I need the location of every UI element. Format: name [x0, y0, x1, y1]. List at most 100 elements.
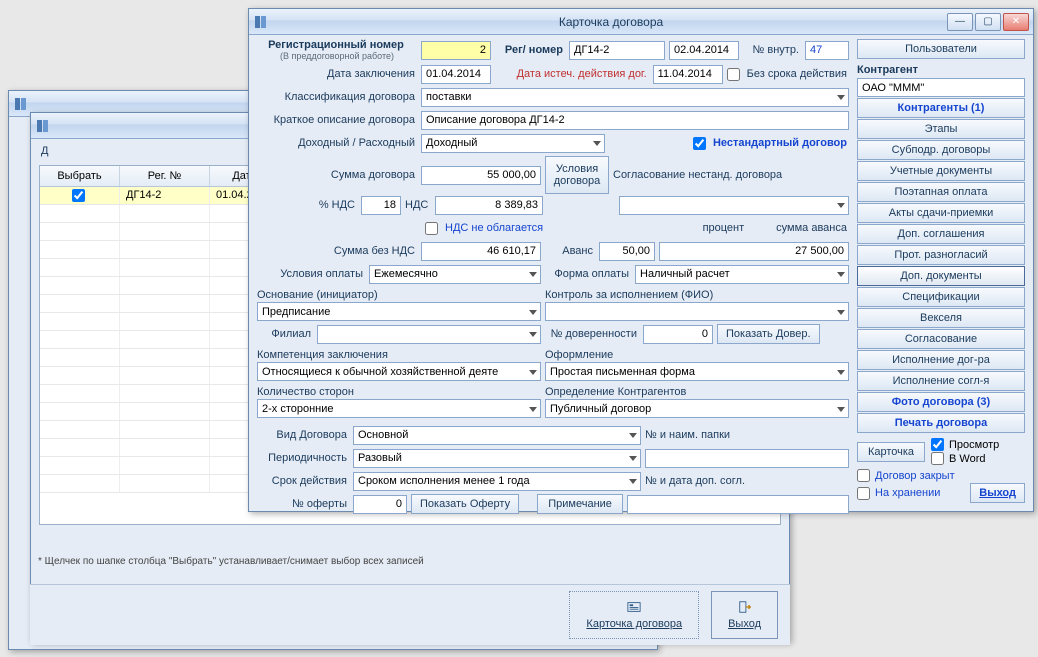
vat-pct-input[interactable] [361, 196, 401, 215]
branch-input[interactable] [317, 325, 541, 344]
periodicity-input[interactable] [353, 449, 641, 468]
poa-num-input[interactable] [643, 325, 713, 344]
stages-button[interactable]: Этапы [857, 119, 1025, 139]
reg-number-label: Рег/ номер [495, 44, 565, 56]
reg-num-input[interactable] [421, 41, 491, 60]
row-checkbox[interactable] [72, 189, 85, 202]
window-title: Карточка договора [275, 15, 947, 29]
card-button[interactable]: Карточка [857, 442, 925, 462]
vat-input[interactable] [435, 196, 543, 215]
users-button[interactable]: Пользователи [857, 39, 1025, 59]
col-reg[interactable]: Рег. № [120, 166, 210, 186]
exec-approval-button[interactable]: Исполнение согл-я [857, 371, 1025, 391]
in-word-checkbox[interactable] [931, 452, 944, 465]
closed-checkbox[interactable] [857, 469, 870, 482]
no-expiry-checkbox[interactable] [727, 68, 740, 81]
control-fio-input[interactable] [545, 302, 849, 321]
print-button[interactable]: Печать договора [857, 413, 1025, 433]
preview-checkbox[interactable] [931, 438, 944, 451]
offer-num-label: № оферты [257, 498, 349, 510]
contract-conditions-button[interactable]: Условия договора [545, 156, 609, 194]
reg-date-input[interactable] [669, 41, 739, 60]
subcontracts-button[interactable]: Субподр. договоры [857, 140, 1025, 160]
app-icon [35, 118, 51, 134]
close-button[interactable]: ✕ [1003, 13, 1029, 31]
contract-sum-input[interactable] [421, 166, 541, 185]
reg-num-sub: (В преддоговорной работе) [257, 51, 417, 61]
payment-terms-input[interactable] [369, 265, 541, 284]
stored-checkbox[interactable] [857, 487, 870, 500]
reg-number-input[interactable] [569, 41, 665, 60]
vat-exempt-label: НДС не облагается [445, 222, 545, 234]
show-offer-button[interactable]: Показать Оферту [411, 494, 519, 514]
short-desc-input[interactable] [421, 111, 849, 130]
hint-text: * Щелчек по шапке столбца "Выбрать" уста… [38, 556, 424, 567]
maximize-button[interactable]: ▢ [975, 13, 1001, 31]
internal-num-input[interactable] [805, 41, 849, 60]
nonstandard-checkbox[interactable] [693, 137, 706, 150]
photo-button[interactable]: Фото договора (3) [857, 392, 1025, 412]
nonstd-approval-input[interactable] [619, 196, 849, 215]
offer-num-input[interactable] [353, 495, 407, 514]
disagreements-button[interactable]: Прот. разногласий [857, 245, 1025, 265]
percent-label: процент [703, 222, 747, 234]
formalization-input[interactable] [545, 362, 849, 381]
income-expense-input[interactable] [421, 134, 605, 153]
contract-sum-label: Сумма договора [257, 169, 417, 181]
counterparty-input[interactable] [857, 78, 1025, 97]
sum-no-vat-label: Сумма без НДС [257, 245, 417, 257]
contract-card-window: Карточка договора — ▢ ✕ Регистрационный … [248, 8, 1034, 512]
contract-type-label: Вид Договора [257, 429, 349, 441]
addl-date-label: № и дата доп. согл. [645, 475, 849, 487]
payment-form-input[interactable] [635, 265, 849, 284]
acc-docs-button[interactable]: Учетные документы [857, 161, 1025, 181]
footer-bar: Карточка договора Выход [30, 584, 790, 645]
approval-button[interactable]: Согласование [857, 329, 1025, 349]
exit-icon [738, 600, 752, 614]
contract-type-input[interactable] [353, 426, 641, 445]
note-button[interactable]: Примечание [537, 494, 623, 514]
title-bar[interactable]: Карточка договора — ▢ ✕ [249, 9, 1033, 35]
date-expiry-label: Дата истеч. действия дог. [495, 68, 649, 80]
control-fio-label: Контроль за исполнением (ФИО) [545, 289, 849, 301]
app-icon [13, 96, 29, 112]
staged-payment-button[interactable]: Поэтапная оплата [857, 182, 1025, 202]
folder-label: № и наим. папки [645, 429, 849, 441]
bills-button[interactable]: Векселя [857, 308, 1025, 328]
exit-button[interactable]: Выход [970, 483, 1025, 503]
counterparty-def-input[interactable] [545, 399, 849, 418]
addl-agreements-button[interactable]: Доп. соглашения [857, 224, 1025, 244]
date-conclusion-input[interactable] [421, 65, 491, 84]
vat-exempt-checkbox[interactable] [425, 222, 438, 235]
poa-num-label: № доверенности [545, 328, 639, 340]
side-panel: Пользователи Контрагент Контрагенты (1) … [857, 39, 1025, 507]
minimize-button[interactable]: — [947, 13, 973, 31]
basis-input[interactable] [257, 302, 541, 321]
validity-input[interactable] [353, 472, 641, 491]
counterparties-button[interactable]: Контрагенты (1) [857, 98, 1025, 118]
execution-button[interactable]: Исполнение дог-ра [857, 350, 1025, 370]
advance-sum-label: сумма аванса [776, 222, 849, 234]
folder-input[interactable] [645, 449, 849, 468]
no-expiry-label: Без срока действия [747, 68, 849, 80]
advance-pct-input[interactable] [599, 242, 655, 261]
card-button[interactable]: Карточка договора [569, 591, 699, 639]
nonstandard-label: Нестандартный договор [713, 137, 849, 149]
competence-input[interactable] [257, 362, 541, 381]
addl-date-input[interactable] [627, 495, 849, 514]
exit-button[interactable]: Выход [711, 591, 778, 639]
basis-label: Основание (инициатор) [257, 289, 541, 301]
classification-input[interactable] [421, 88, 849, 107]
advance-sum-input[interactable] [659, 242, 849, 261]
addl-docs-button[interactable]: Доп. документы [857, 266, 1025, 286]
parties-count-input[interactable] [257, 399, 541, 418]
date-expiry-input[interactable] [653, 65, 723, 84]
specs-button[interactable]: Спецификации [857, 287, 1025, 307]
sum-no-vat-input[interactable] [421, 242, 541, 261]
stored-label: На хранении [875, 487, 940, 499]
show-poa-button[interactable]: Показать Довер. [717, 324, 820, 344]
col-select[interactable]: Выбрать [40, 166, 120, 186]
app-icon [253, 14, 269, 30]
vat-label: НДС [405, 199, 431, 211]
acceptance-button[interactable]: Акты сдачи-приемки [857, 203, 1025, 223]
